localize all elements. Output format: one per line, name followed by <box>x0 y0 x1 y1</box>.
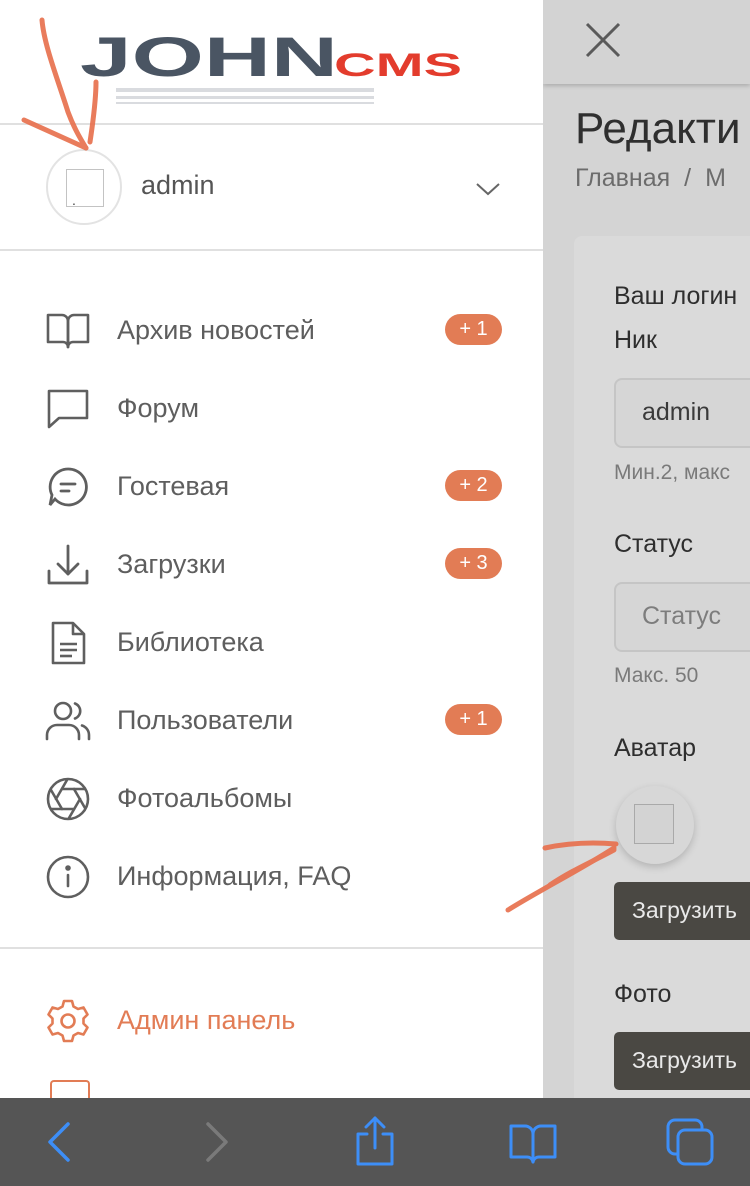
upload-avatar-button[interactable]: Загрузить <box>614 882 750 940</box>
logo-sub-text: CMS <box>334 47 462 83</box>
gear-icon <box>47 999 89 1043</box>
upload-avatar-label: Загрузить <box>632 897 738 923</box>
menu-item-library[interactable]: Библиотека <box>0 603 543 681</box>
login-label: Ваш логин <box>614 282 738 310</box>
aperture-icon <box>46 777 90 821</box>
menu-item-label: Архив новостей <box>117 315 315 345</box>
nick-input-value: admin <box>642 398 711 426</box>
menu-item-users[interactable]: Пользователи + 1 <box>0 681 543 759</box>
menu-item-guestbook[interactable]: Гостевая + 2 <box>0 447 543 525</box>
upload-photo-button[interactable]: Загрузить <box>614 1032 750 1090</box>
menu-item-label: Форум <box>117 393 200 423</box>
nick-input[interactable]: admin <box>614 378 750 448</box>
user-profile-toggle[interactable]: . admin <box>0 126 543 250</box>
nick-hint: Мин.2, макс <box>614 461 731 484</box>
menu-item-label: Гостевая <box>117 471 230 501</box>
avatar-placeholder-image: . <box>66 169 104 208</box>
menu-item-admin-panel[interactable]: Админ панель <box>0 981 543 1059</box>
browser-toolbar <box>0 1098 750 1186</box>
download-icon <box>47 544 89 585</box>
tabs-icon[interactable] <box>664 1116 716 1168</box>
menu-item-label: Админ панель <box>117 1005 296 1035</box>
notification-badge: + 3 <box>445 548 502 579</box>
navigation-drawer: JOHN CMS . admin Архив новостей + 1 Фору… <box>0 0 543 1098</box>
notification-badge: + 2 <box>445 470 502 501</box>
nick-label: Ник <box>614 326 657 354</box>
book-icon <box>46 313 90 349</box>
guestbook-chat-icon <box>48 467 88 507</box>
photo-label: Фото <box>614 980 672 1008</box>
avatar-label: Аватар <box>614 734 697 762</box>
menu-item-label: Библиотека <box>117 627 264 657</box>
chevron-down-icon[interactable] <box>474 180 502 198</box>
notification-badge: + 1 <box>445 704 502 735</box>
notification-badge: + 1 <box>445 314 502 345</box>
menu-item-label: Пользователи <box>117 705 294 735</box>
users-icon <box>45 701 91 741</box>
divider <box>0 249 543 251</box>
menu-item-news-archive[interactable]: Архив новостей + 1 <box>0 291 543 369</box>
status-hint: Макс. 50 <box>614 664 699 687</box>
profile-form: Ваш логин Ник admin Мин.2, макс Статус С… <box>543 0 750 1098</box>
menu-item-label: Загрузки <box>117 549 226 579</box>
avatar: . <box>46 149 122 225</box>
status-label: Статус <box>614 530 694 558</box>
menu-item-downloads[interactable]: Загрузки + 3 <box>0 525 543 603</box>
menu-item-label: Фотоальбомы <box>117 783 293 813</box>
avatar-placeholder-text: . <box>72 192 76 208</box>
cut-off-menu-icon <box>50 1080 90 1098</box>
forward-icon[interactable] <box>190 1116 242 1168</box>
avatar-preview <box>616 786 694 864</box>
back-icon[interactable] <box>34 1116 86 1168</box>
johncms-logo[interactable]: JOHN CMS <box>80 30 470 110</box>
menu-item-label: Информация, FAQ <box>117 861 352 891</box>
info-icon <box>46 855 90 899</box>
status-input-placeholder: Статус <box>642 602 722 630</box>
menu-item-info-faq[interactable]: Информация, FAQ <box>0 837 543 915</box>
chat-bubble-icon <box>47 389 89 429</box>
logo-main-text: JOHN <box>80 30 338 88</box>
share-icon[interactable] <box>349 1116 401 1168</box>
bookmarks-icon[interactable] <box>507 1116 559 1168</box>
status-input[interactable]: Статус <box>614 582 750 652</box>
menu-item-forum[interactable]: Форум <box>0 369 543 447</box>
avatar-placeholder-image <box>634 804 674 844</box>
divider <box>0 123 543 125</box>
document-icon <box>51 621 86 665</box>
upload-photo-label: Загрузить <box>632 1047 738 1073</box>
divider <box>0 947 543 949</box>
user-name: admin <box>141 170 215 200</box>
menu-item-photo-albums[interactable]: Фотоальбомы <box>0 759 543 837</box>
